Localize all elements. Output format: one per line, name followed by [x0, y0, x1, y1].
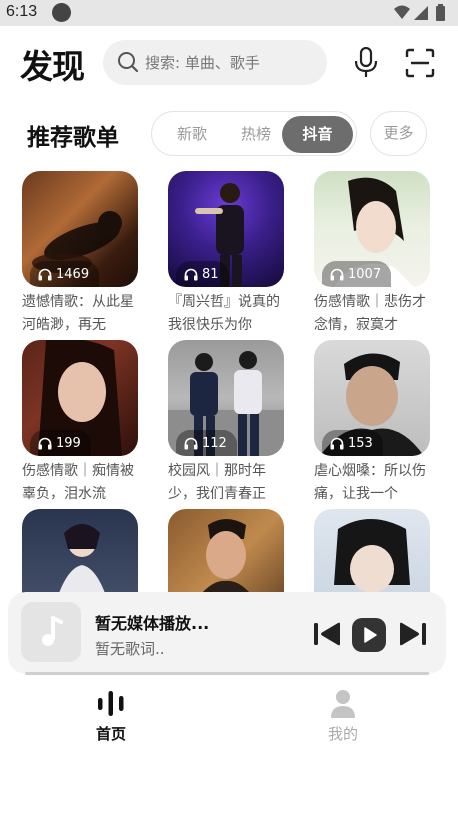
search-bar[interactable]	[103, 40, 327, 85]
playlist-title[interactable]: 虐心烟嗓：所以伤痛，让我一个	[314, 460, 432, 506]
search-icon	[118, 52, 139, 73]
music-note-icon	[42, 616, 63, 646]
playlist-title[interactable]: 校园风｜那时年少，我们青春正	[168, 460, 286, 506]
playlist-card[interactable]: 81 『周兴哲』说真的我很快乐为你	[168, 171, 286, 337]
nav-mine-label: 我的	[327, 725, 358, 743]
progress-bar[interactable]	[25, 672, 429, 675]
player-title: 暂无媒体播放...	[95, 614, 210, 633]
headphones-icon	[38, 437, 52, 449]
playlist-card[interactable]: 112 校园风｜那时年少，我们青春正	[168, 340, 286, 506]
play-count: 153	[348, 435, 373, 451]
search-input[interactable]	[145, 40, 321, 85]
album-art[interactable]	[21, 602, 81, 662]
headphones-icon	[184, 437, 198, 449]
signal-icon	[414, 6, 428, 20]
headphones-icon	[38, 268, 52, 280]
play-count-badge: 1007	[322, 261, 392, 287]
tab-new-songs[interactable]: 新歌	[162, 116, 222, 153]
tab-douyin[interactable]: 抖音	[282, 116, 353, 153]
playlist-cover[interactable]: 81	[168, 171, 284, 287]
play-count: 199	[56, 435, 81, 451]
playlist-card[interactable]: 153 虐心烟嗓：所以伤痛，让我一个	[314, 340, 432, 506]
status-bar: 6:13	[0, 0, 458, 26]
playlist-title[interactable]: 伤感情歌｜痴情被辜负，泪水流	[22, 460, 140, 506]
playlist-cover[interactable]: 112	[168, 340, 284, 456]
playlist-cover[interactable]: 199	[22, 340, 138, 456]
play-count-badge: 1469	[30, 261, 100, 287]
player-lyric: 暂无歌词..	[95, 640, 165, 658]
play-count-badge: 112	[176, 430, 237, 456]
nav-mine[interactable]: 我的	[303, 688, 383, 744]
playlist-title[interactable]: 『周兴哲』说真的我很快乐为你	[168, 291, 286, 337]
battery-icon	[436, 6, 445, 21]
play-count-badge: 81	[176, 261, 229, 287]
play-icon	[364, 627, 377, 643]
status-time: 6:13	[6, 3, 38, 20]
more-button[interactable]: 更多	[370, 111, 427, 156]
section-title: 推荐歌单	[27, 125, 119, 151]
playlist-cover[interactable]: 1469	[22, 171, 138, 287]
status-icons	[394, 4, 445, 21]
wifi-icon	[394, 5, 410, 19]
nav-home[interactable]: 首页	[71, 688, 151, 744]
headphones-icon	[330, 437, 344, 449]
playlist-title[interactable]: 遗憾情歌：从此星河皓渺，再无	[22, 291, 140, 337]
notification-dot-icon	[52, 3, 71, 22]
scan-icon[interactable]	[405, 48, 435, 78]
nav-home-label: 首页	[95, 725, 126, 743]
mini-player[interactable]: 暂无媒体播放... 暂无歌词..	[8, 592, 446, 674]
microphone-icon[interactable]	[352, 47, 380, 79]
playlist-cover[interactable]: 1007	[314, 171, 430, 287]
page-logo: 发现	[20, 47, 85, 86]
play-count-badge: 153	[322, 430, 383, 456]
skip-next-icon[interactable]	[399, 622, 427, 646]
play-count: 81	[202, 266, 219, 282]
playlist-card[interactable]: 1007 伤感情歌｜悲伤才念情，寂寞才	[314, 171, 432, 337]
play-count: 1469	[56, 266, 90, 282]
play-count: 112	[202, 435, 227, 451]
play-button[interactable]	[352, 618, 386, 652]
play-count: 1007	[348, 266, 382, 282]
tab-hot-chart[interactable]: 热榜	[226, 116, 286, 153]
playlist-title[interactable]: 伤感情歌｜悲伤才念情，寂寞才	[314, 291, 432, 337]
playlist-card[interactable]: 199 伤感情歌｜痴情被辜负，泪水流	[22, 340, 140, 506]
headphones-icon	[184, 268, 198, 280]
playlist-cover[interactable]: 153	[314, 340, 430, 456]
headphones-icon	[330, 268, 344, 280]
equalizer-icon	[98, 691, 124, 716]
playlist-card[interactable]: 1469 遗憾情歌：从此星河皓渺，再无	[22, 171, 140, 337]
skip-previous-icon[interactable]	[313, 622, 341, 646]
person-icon	[331, 690, 355, 718]
play-count-badge: 199	[30, 430, 91, 456]
tab-group: 新歌 热榜 抖音	[151, 111, 357, 156]
